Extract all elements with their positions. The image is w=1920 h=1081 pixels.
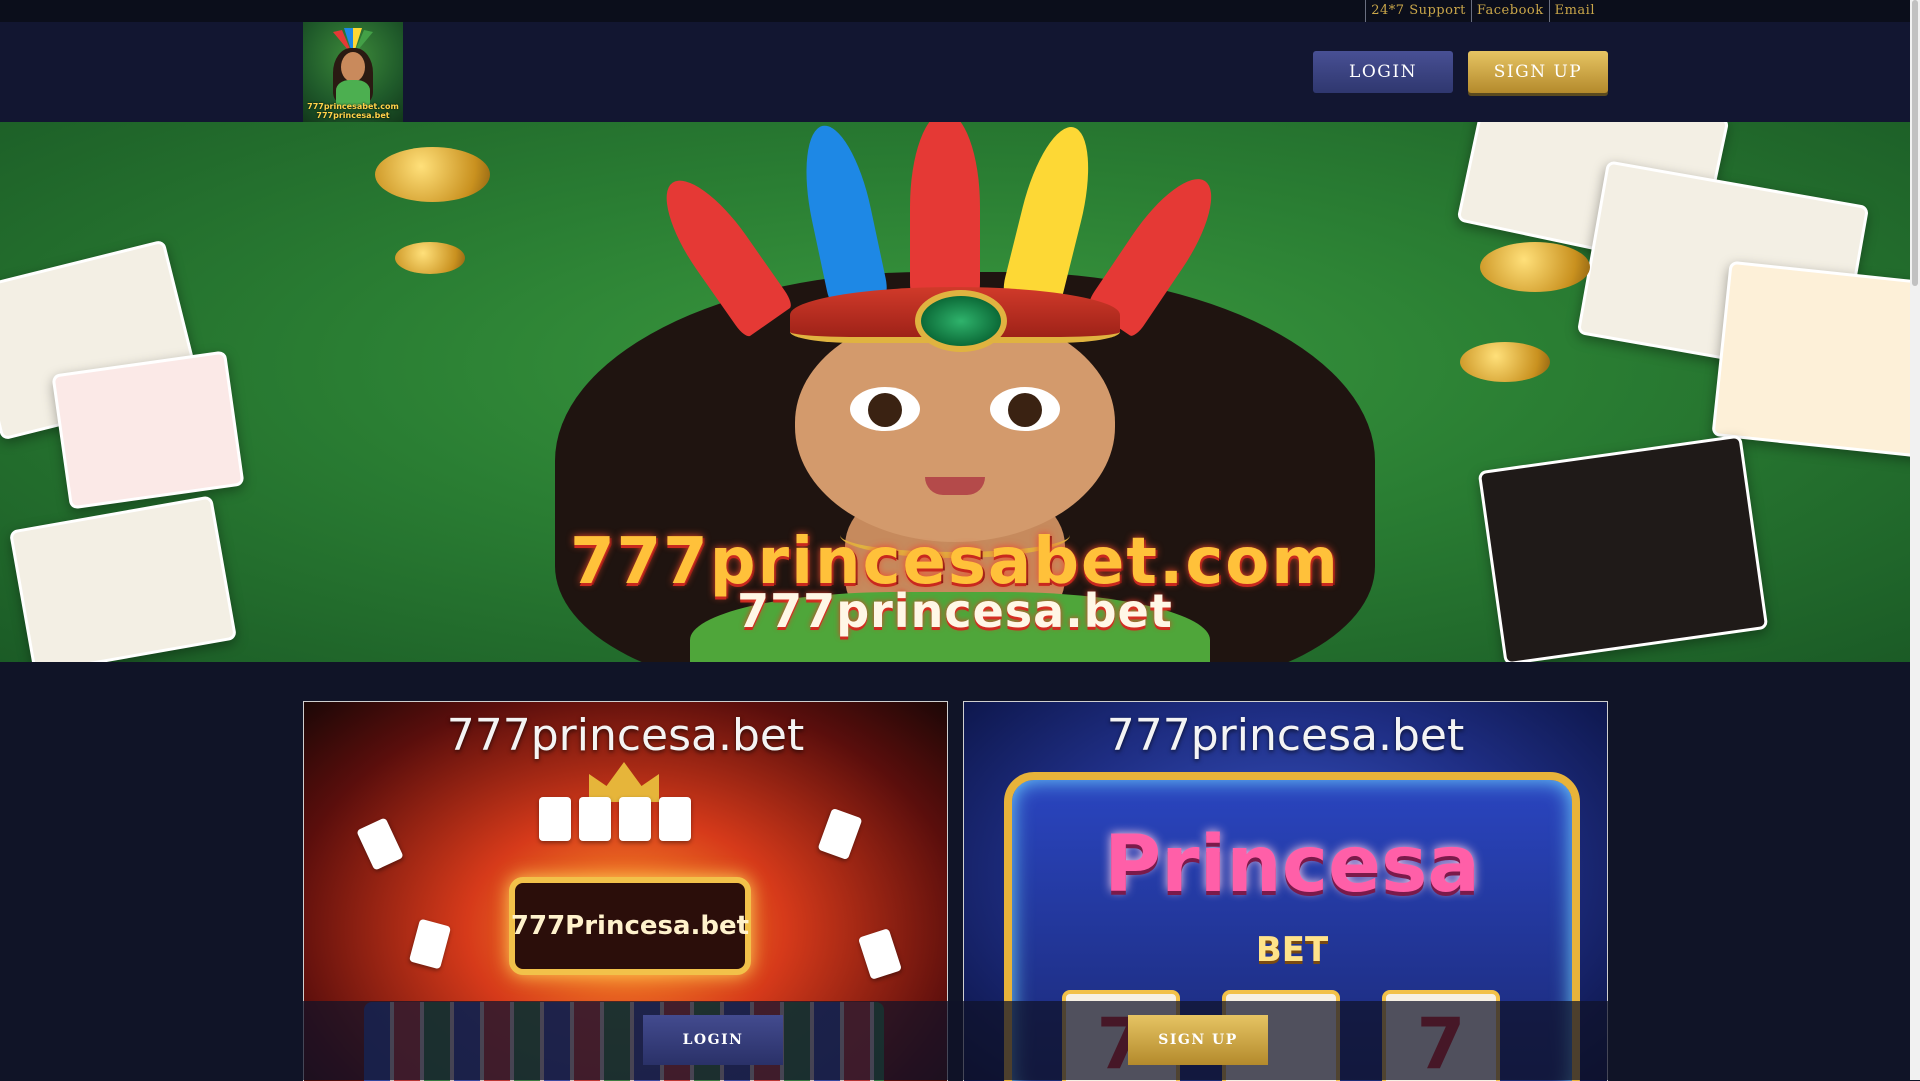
top-utility-bar: 24*7 Support Facebook Email [0,0,1910,22]
crown-icon [589,762,659,802]
character-eye-right [990,387,1060,431]
promo-title: 777princesa.bet [446,710,805,761]
slot-machine-subtitle: BET [1255,930,1329,970]
logo-text-line2: 777princesa.bet [316,111,390,120]
promo-sign: 777Princesa.bet [509,877,751,975]
hero-brand-short-domain: 777princesa.bet [737,584,1173,638]
page-scrollbar[interactable] [1910,0,1920,1080]
logo-text-line1: 777princesabet.com [307,102,399,111]
site-logo[interactable]: 777princesabet.com 777princesa.bet [303,22,403,122]
feather-decoration [910,122,980,302]
playing-card-decoration [1711,260,1910,460]
scroll-thumb[interactable] [1912,0,1918,286]
coin-decoration [395,242,465,274]
feather-decoration [793,122,890,309]
character-eye-left [850,387,920,431]
facebook-link[interactable]: Facebook [1470,0,1549,22]
promo-action-bar [303,1001,1608,1080]
playing-card-icon [817,807,863,861]
headband-gem [915,290,1007,352]
playing-card-decoration [51,350,245,510]
character-mouth [925,477,985,495]
playing-card-icon [857,928,903,980]
promo-signup-button[interactable]: SIGN UP [1128,1015,1268,1065]
header-signup-button[interactable]: SIGN UP [1468,51,1608,93]
playing-card-icon [356,817,404,871]
header-login-button[interactable]: LOGIN [1313,51,1453,93]
coin-decoration [1480,242,1590,292]
playing-card-icon [539,797,571,841]
slot-machine-title: Princesa [1103,820,1481,910]
logo-face [341,52,365,82]
site-header: 777princesabet.com 777princesa.bet LOGIN… [0,22,1910,122]
top-links: 24*7 Support Facebook Email [1365,0,1600,22]
logo-text: 777princesabet.com 777princesa.bet [303,102,403,120]
coin-decoration [375,147,490,202]
hero-banner: 777princesabet.com 777princesa.bet [0,122,1910,662]
promo-title: 777princesa.bet [1106,710,1465,761]
email-link[interactable]: Email [1548,0,1600,22]
support-link[interactable]: 24*7 Support [1365,0,1471,22]
playing-card-icon [619,797,651,841]
promo-login-button[interactable]: LOGIN [643,1015,783,1065]
coin-decoration [1460,342,1550,382]
playing-card-icon [408,918,452,970]
playing-card-icon [659,797,691,841]
playing-card-icon [579,797,611,841]
